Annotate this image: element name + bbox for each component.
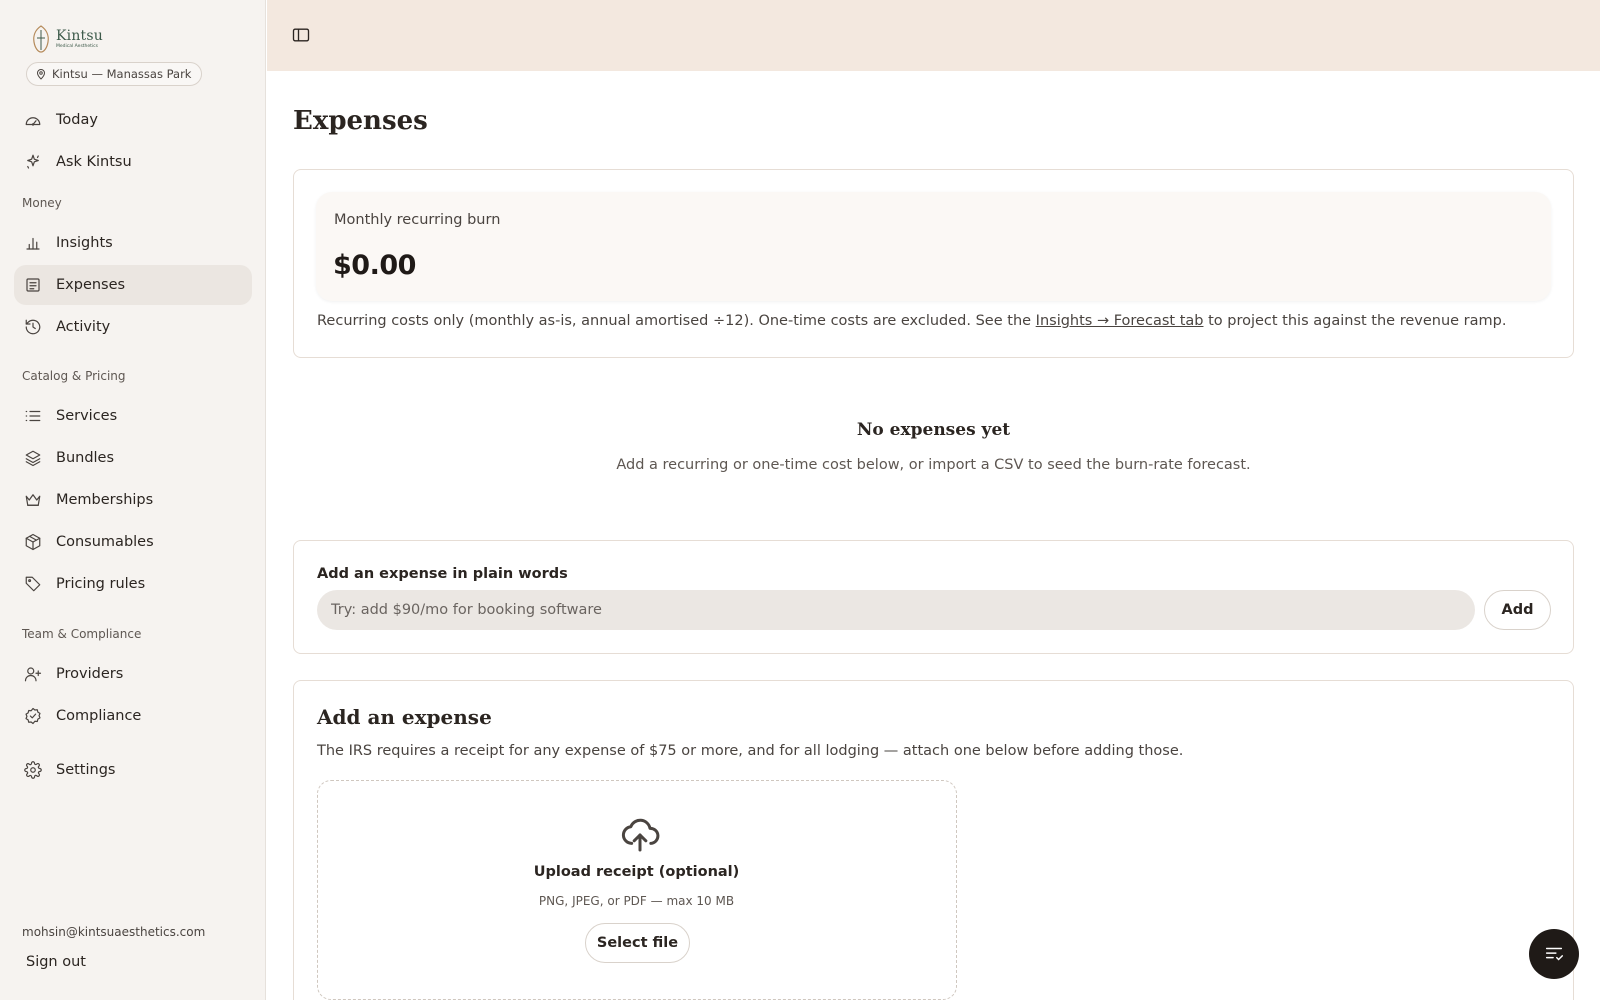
sidebar-item-today[interactable]: Today — [14, 100, 252, 140]
burn-note: Recurring costs only (monthly as-is, ann… — [317, 313, 1506, 329]
burn-label: Monthly recurring burn — [334, 212, 501, 228]
sidebar-item-consumables[interactable]: Consumables — [14, 522, 252, 562]
gauge-icon — [25, 117, 41, 126]
sidebar-item-label: Activity — [56, 319, 111, 335]
sidebar-item-insights[interactable]: Insights — [14, 223, 252, 263]
floating-action-button[interactable] — [1529, 929, 1579, 979]
receipt-upload-dropzone[interactable]: Upload receipt (optional) PNG, JPEG, or … — [317, 780, 957, 1000]
sparkle-icon — [27, 154, 39, 169]
location-label: Kintsu — Manassas Park — [52, 67, 192, 81]
sidebar-item-label: Pricing rules — [56, 576, 146, 592]
sidebar-item-label: Bundles — [56, 450, 115, 466]
sidebar-item-memberships[interactable]: Memberships — [14, 480, 252, 520]
bar-chart-icon — [26, 237, 40, 250]
empty-state-subtitle: Add a recurring or one-time cost below, … — [616, 457, 1251, 473]
sidebar-item-label: Ask Kintsu — [56, 154, 132, 170]
burn-note-text-after: to project this against the revenue ramp… — [1203, 313, 1507, 329]
sidebar-item-compliance[interactable]: Compliance — [14, 696, 252, 736]
sidebar-item-expenses[interactable]: Expenses — [14, 265, 252, 305]
badge-check-icon — [25, 707, 41, 725]
sidebar-item-label: Today — [56, 112, 98, 128]
brand-subtitle: Medical Aesthetics — [56, 43, 99, 49]
sidebar-item-label: Compliance — [56, 708, 142, 724]
crown-icon — [25, 494, 41, 506]
upload-title: Upload receipt (optional) — [533, 864, 740, 880]
map-pin-icon — [37, 69, 45, 80]
filter-lines-icon — [1545, 947, 1563, 961]
tag-icon — [25, 576, 41, 592]
sidebar-item-label: Insights — [56, 235, 113, 251]
plain-words-card: Add an expense in plain words Add — [293, 540, 1574, 654]
package-icon — [25, 533, 41, 551]
plain-words-label: Add an expense in plain words — [317, 566, 568, 582]
sidebar-item-pricing-rules[interactable]: Pricing rules — [14, 564, 252, 604]
sidebar-item-label: Expenses — [56, 277, 126, 293]
plain-words-input[interactable] — [317, 590, 1475, 630]
kintsu-logo-icon — [33, 25, 49, 53]
layers-icon — [25, 450, 41, 467]
burn-card: Monthly recurring burn $0.00 Recurring c… — [293, 169, 1574, 358]
sidebar-item-ask-kintsu[interactable]: Ask Kintsu — [14, 142, 252, 182]
cloud-upload-icon — [620, 815, 660, 855]
history-icon — [25, 319, 41, 335]
burn-summary: Monthly recurring burn $0.00 — [316, 192, 1551, 301]
top-bar — [267, 0, 1600, 71]
sidebar-item-activity[interactable]: Activity — [14, 307, 252, 347]
list-icon — [25, 410, 41, 422]
sidebar-item-label: Memberships — [56, 492, 154, 508]
section-title-money: Money — [22, 196, 62, 210]
add-expense-title: Add an expense — [317, 705, 492, 729]
user-email: mohsin@kintsuaesthetics.com — [22, 925, 206, 939]
sidebar-item-label: Settings — [56, 762, 116, 778]
select-file-button[interactable]: Select file — [585, 923, 690, 963]
location-selector[interactable]: Kintsu — Manassas Park — [26, 62, 203, 86]
add-button[interactable]: Add — [1484, 590, 1551, 630]
sidebar-item-label: Services — [56, 408, 118, 424]
sidebar-item-settings[interactable]: Settings — [14, 750, 252, 790]
receipt-icon — [26, 278, 40, 292]
empty-state-title: No expenses yet — [856, 420, 1011, 440]
brand-logo[interactable]: Kintsu Medical Aesthetics — [30, 24, 103, 54]
sidebar-item-bundles[interactable]: Bundles — [14, 438, 252, 478]
sidebar-toggle-icon — [292, 28, 310, 42]
burn-note-text: Recurring costs only (monthly as-is, ann… — [317, 313, 1036, 329]
page-title: Expenses — [293, 106, 428, 136]
upload-subtitle: PNG, JPEG, or PDF — max 10 MB — [538, 894, 735, 908]
section-title-catalog: Catalog & Pricing — [22, 369, 126, 383]
sidebar: Kintsu Medical Aesthetics Kintsu — Manas… — [0, 0, 266, 1000]
sign-out-button[interactable]: Sign out — [26, 954, 86, 970]
sidebar-item-label: Providers — [56, 666, 124, 682]
add-expense-card: Add an expense The IRS requires a receip… — [293, 680, 1574, 1000]
sidebar-item-providers[interactable]: Providers — [14, 654, 252, 694]
gear-icon — [24, 761, 42, 779]
receipt-requirement-note: The IRS requires a receipt for any expen… — [317, 743, 1184, 759]
sidebar-toggle-button[interactable] — [291, 25, 311, 45]
sidebar-item-label: Consumables — [56, 534, 154, 550]
user-plus-icon — [24, 667, 42, 682]
brand-name: Kintsu — [56, 27, 103, 44]
section-title-team: Team & Compliance — [22, 627, 142, 641]
burn-value: $0.00 — [333, 250, 416, 281]
sidebar-item-services[interactable]: Services — [14, 396, 252, 436]
forecast-tab-link[interactable]: Insights → Forecast tab — [1036, 313, 1204, 329]
